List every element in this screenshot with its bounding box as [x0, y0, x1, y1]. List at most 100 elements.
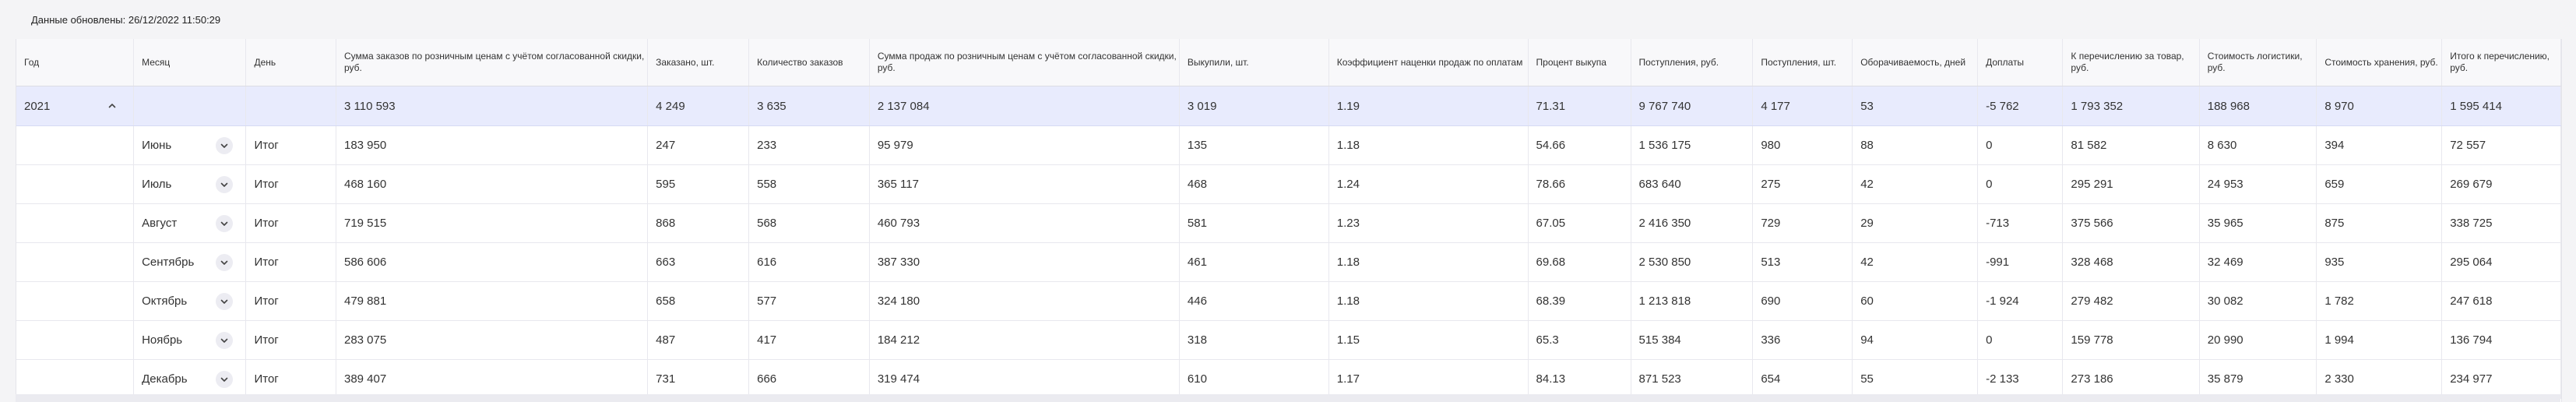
value-cell: 95 979 — [869, 125, 1180, 165]
value-cell: 318 — [1179, 320, 1329, 360]
column-header[interactable]: Выкупили, шт. — [1179, 39, 1329, 86]
value-cell: 295 064 — [2441, 242, 2561, 282]
value-cell: 460 793 — [869, 203, 1180, 243]
value-cell: 610 — [1179, 359, 1329, 399]
month-cell-content: Ноябрь — [142, 331, 245, 349]
month-cell-content: Июнь — [142, 136, 245, 154]
value-cell: 666 — [748, 359, 870, 399]
value-cell: 2 137 084 — [869, 86, 1180, 126]
value-cell: 0 — [1977, 125, 2064, 165]
month-label: Сентябрь — [142, 256, 195, 269]
column-header[interactable]: К перечислению за товар, руб. — [2062, 39, 2200, 86]
value-cell: 1.17 — [1328, 359, 1529, 399]
month-cell: Сентябрь — [133, 242, 247, 282]
value-cell: 461 — [1179, 242, 1329, 282]
value-cell: 269 679 — [2441, 164, 2561, 204]
expand-month-chevron-down-icon[interactable] — [216, 214, 234, 232]
column-header[interactable]: Стоимость хранения, руб. — [2316, 39, 2443, 86]
month-label: Октябрь — [142, 294, 188, 308]
value-cell: 9 767 740 — [1631, 86, 1754, 126]
value-cell: 283 075 — [336, 320, 649, 360]
value-cell: 94 — [1852, 320, 1979, 360]
value-cell: 658 — [647, 281, 750, 321]
column-header[interactable]: Год — [16, 39, 135, 86]
month-cell: Август — [133, 203, 247, 243]
value-cell: 67.05 — [1528, 203, 1631, 243]
value-cell: 616 — [748, 242, 870, 282]
value-cell: 135 — [1179, 125, 1329, 165]
value-cell: 0 — [1977, 164, 2064, 204]
column-header[interactable]: Стоимость логистики, руб. — [2199, 39, 2317, 86]
month-cell-content: Июль — [142, 175, 245, 193]
value-cell: 2 530 850 — [1631, 242, 1754, 282]
value-cell: 8 970 — [2316, 86, 2443, 126]
expand-month-chevron-down-icon[interactable] — [216, 331, 234, 349]
value-cell: 54.66 — [1528, 125, 1631, 165]
value-cell: 1.23 — [1328, 203, 1529, 243]
expand-month-chevron-down-icon[interactable] — [216, 175, 234, 193]
value-cell: 1 782 — [2316, 281, 2443, 321]
year-cell — [16, 320, 135, 360]
horizontal-scrollbar[interactable] — [16, 394, 2560, 402]
value-cell: 1 213 818 — [1631, 281, 1754, 321]
value-cell: 875 — [2316, 203, 2443, 243]
value-cell: 663 — [647, 242, 750, 282]
column-header[interactable]: Доплаты — [1977, 39, 2064, 86]
value-cell: 336 — [1752, 320, 1853, 360]
expand-month-chevron-down-icon[interactable] — [216, 253, 234, 271]
month-label: Июль — [142, 178, 172, 191]
expand-month-chevron-down-icon[interactable] — [216, 370, 234, 388]
value-cell: 71.31 — [1528, 86, 1631, 126]
table-body: 2021 3 110 593 4 249 3 635 2 137 084 3 019 1.1… — [16, 86, 2561, 399]
column-header[interactable]: Итого к перечислению, руб. — [2441, 39, 2561, 86]
column-header[interactable]: Месяц — [133, 39, 247, 86]
report-page: Данные обновлены: 26/12/2022 11:50:29 Го… — [0, 0, 2576, 402]
value-cell: 980 — [1752, 125, 1853, 165]
column-header[interactable]: Оборачиваемость, дней — [1852, 39, 1979, 86]
month-cell-content: Сентябрь — [142, 253, 245, 271]
value-cell: 42 — [1852, 164, 1979, 204]
value-cell: 586 606 — [336, 242, 649, 282]
table-row: Октябрь Итог 479 881 658 577 324 180 446 1.18 68… — [16, 281, 2561, 321]
value-cell: -1 924 — [1977, 281, 2064, 321]
value-cell: 468 — [1179, 164, 1329, 204]
value-cell: 24 953 — [2199, 164, 2317, 204]
value-cell: 683 640 — [1631, 164, 1754, 204]
value-cell: -991 — [1977, 242, 2064, 282]
value-cell: 515 384 — [1631, 320, 1754, 360]
column-header[interactable]: Поступления, руб. — [1631, 39, 1754, 86]
expand-month-chevron-down-icon[interactable] — [216, 136, 234, 154]
month-cell — [133, 86, 247, 126]
value-cell: 487 — [647, 320, 750, 360]
value-cell: 394 — [2316, 125, 2443, 165]
value-cell: 247 618 — [2441, 281, 2561, 321]
value-cell: 690 — [1752, 281, 1853, 321]
month-cell: Декабрь — [133, 359, 247, 399]
column-header[interactable]: Процент выкупа — [1528, 39, 1631, 86]
value-cell: 375 566 — [2062, 203, 2200, 243]
column-header[interactable]: Количество заказов — [748, 39, 870, 86]
value-cell: 233 — [748, 125, 870, 165]
column-header[interactable]: День — [245, 39, 336, 86]
value-cell: -5 762 — [1977, 86, 2064, 126]
value-cell: 0 — [1977, 320, 2064, 360]
column-header[interactable]: Поступления, шт. — [1752, 39, 1853, 86]
value-cell: 42 — [1852, 242, 1979, 282]
month-label: Июнь — [142, 139, 172, 152]
collapse-year-chevron-up-icon[interactable] — [104, 97, 121, 115]
column-header[interactable]: Сумма продаж по розничным ценам с учётом… — [869, 39, 1180, 86]
column-header[interactable]: Коэффициент наценки продаж по оплатам — [1328, 39, 1529, 86]
day-cell: Итог — [245, 320, 336, 360]
month-cell-content: Август — [142, 214, 245, 232]
value-cell: 32 469 — [2199, 242, 2317, 282]
value-cell: 731 — [647, 359, 750, 399]
value-cell: 468 160 — [336, 164, 649, 204]
column-header[interactable]: Заказано, шт. — [647, 39, 750, 86]
expand-month-chevron-down-icon[interactable] — [216, 292, 234, 310]
column-header[interactable]: Сумма заказов по розничным ценам с учёто… — [336, 39, 649, 86]
value-cell: 324 180 — [869, 281, 1180, 321]
value-cell: 1.19 — [1328, 86, 1529, 126]
value-cell: 3 635 — [748, 86, 870, 126]
value-cell: -713 — [1977, 203, 2064, 243]
table-header-row: Год Месяц День Сумма заказов по розничным ц… — [16, 39, 2561, 86]
